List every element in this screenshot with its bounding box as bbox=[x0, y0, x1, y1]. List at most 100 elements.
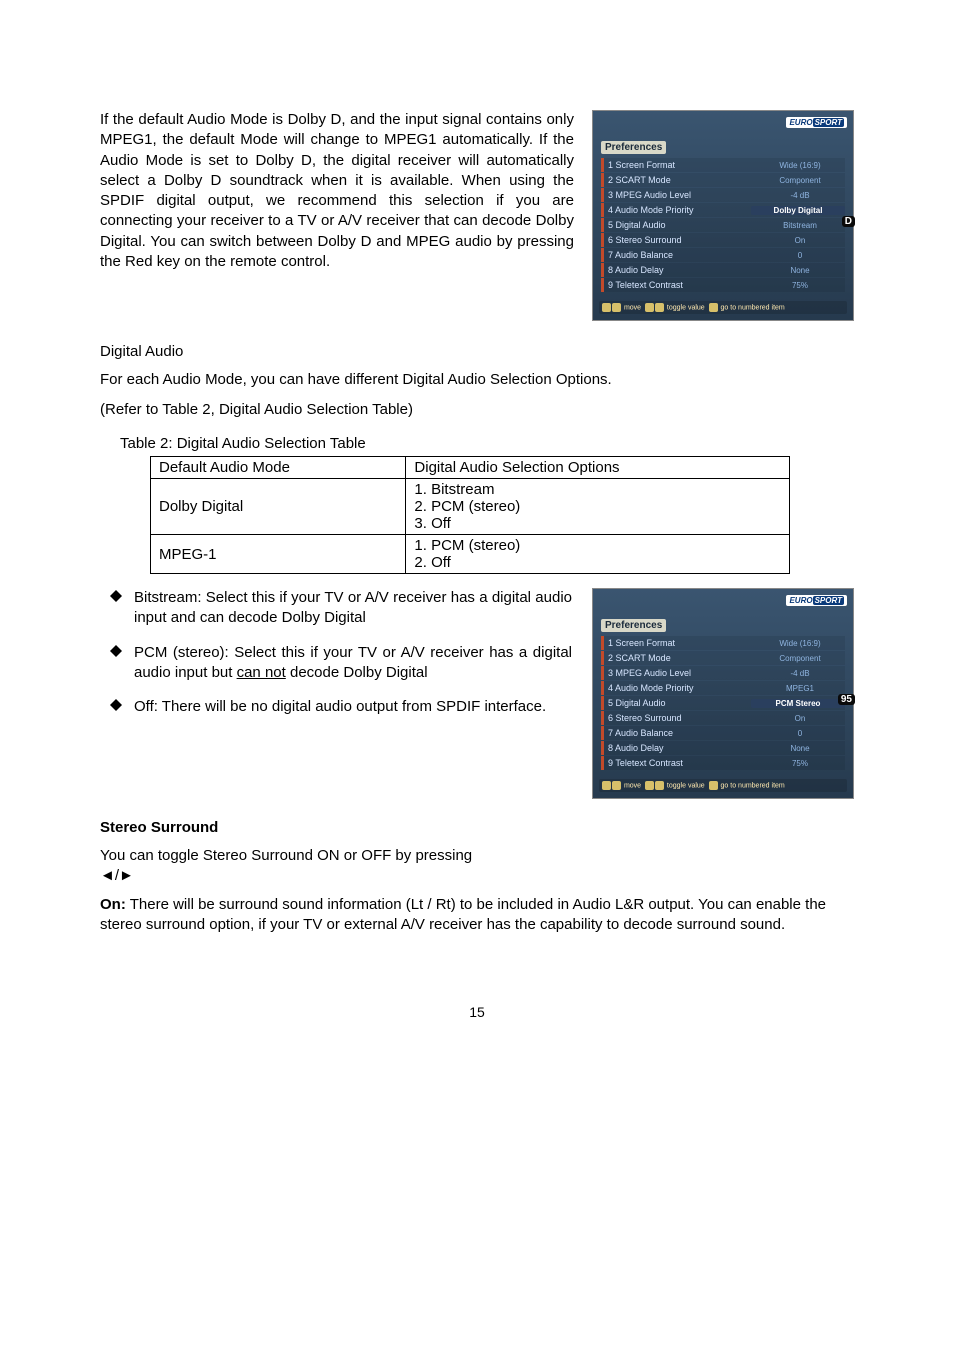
left-right-arrows-icon: ◄/► bbox=[100, 867, 134, 884]
pref-label: 5 Digital Audio bbox=[608, 698, 751, 708]
pref-label: 1 Screen Format bbox=[608, 160, 755, 170]
footer-toggle: toggle value bbox=[667, 782, 705, 789]
screenshot-footer: move toggle value go to numbered item bbox=[599, 779, 847, 792]
preferences-row: 9 Teletext Contrast75% bbox=[601, 756, 845, 770]
nav-pill-up bbox=[602, 781, 611, 790]
screenshot-title: Preferences bbox=[601, 141, 666, 154]
side-badge: 95 bbox=[838, 694, 855, 705]
logo-sport: SPORT bbox=[813, 596, 844, 605]
pref-value: 0 bbox=[755, 729, 845, 738]
footer-toggle: toggle value bbox=[667, 304, 705, 311]
table-caption: Table 2: Digital Audio Selection Table bbox=[120, 435, 854, 452]
pref-value: 75% bbox=[755, 759, 845, 768]
table-header-options: Digital Audio Selection Options bbox=[406, 457, 790, 479]
preferences-row: 9 Teletext Contrast75% bbox=[601, 278, 845, 292]
preferences-row: 7 Audio Balance0 bbox=[601, 248, 845, 262]
pref-value: Component bbox=[755, 654, 845, 663]
pref-label: 9 Teletext Contrast bbox=[608, 758, 755, 768]
footer-goto: go to numbered item bbox=[721, 304, 785, 311]
nav-pill-right bbox=[655, 781, 664, 790]
table-cell-mode: Dolby Digital bbox=[151, 479, 406, 535]
option-pcm-text: PCM (stereo): Select this if your TV or … bbox=[134, 643, 572, 684]
preferences-list: 1 Screen FormatWide (16:9)2 SCART ModeCo… bbox=[593, 158, 853, 297]
table-cell-options: 1. PCM (stereo) 2. Off bbox=[406, 535, 790, 574]
preferences-row: 7 Audio Balance0 bbox=[601, 726, 845, 740]
pref-value: -4 dB bbox=[755, 191, 845, 200]
pref-label: 1 Screen Format bbox=[608, 638, 755, 648]
preferences-row: 2 SCART ModeComponent bbox=[601, 173, 845, 187]
pref-label: 8 Audio Delay bbox=[608, 265, 755, 275]
screenshot-header: EUROSPORT bbox=[593, 589, 853, 615]
preferences-row: 4 Audio Mode PriorityDolby Digital bbox=[601, 203, 845, 217]
nav-pill-left bbox=[645, 781, 654, 790]
options-column: Bitstream: Select this if your TV or A/V… bbox=[100, 588, 572, 731]
screenshot-footer: move toggle value go to numbered item bbox=[599, 301, 847, 314]
diamond-bullet-icon bbox=[110, 645, 124, 657]
preferences-row: 5 Digital AudioPCM Stereo bbox=[601, 696, 845, 710]
footer-goto: go to numbered item bbox=[721, 782, 785, 789]
nav-pill-down bbox=[612, 303, 621, 312]
preferences-row: 3 MPEG Audio Level-4 dB bbox=[601, 666, 845, 680]
option-bitstream-text: Bitstream: Select this if your TV or A/V… bbox=[134, 588, 572, 629]
manual-page: If the default Audio Mode is Dolby D, an… bbox=[0, 0, 954, 1351]
pref-value: Wide (16:9) bbox=[755, 161, 845, 170]
option-off-text: Off: There will be no digital audio outp… bbox=[134, 697, 546, 717]
preferences-screenshot-1: EUROSPORT Preferences 1 Screen FormatWid… bbox=[592, 110, 854, 321]
page-number: 15 bbox=[100, 1004, 854, 1020]
pref-value: None bbox=[755, 266, 845, 275]
preferences-row: 6 Stereo SurroundOn bbox=[601, 233, 845, 247]
pref-value: PCM Stereo bbox=[751, 699, 845, 708]
preferences-row: 5 Digital AudioBitstream bbox=[601, 218, 845, 232]
pref-label: 4 Audio Mode Priority bbox=[608, 205, 751, 215]
nav-pill-left bbox=[645, 303, 654, 312]
option-pcm-underlined: can not bbox=[237, 664, 286, 681]
preferences-list: 1 Screen FormatWide (16:9)2 SCART ModeCo… bbox=[593, 636, 853, 775]
pref-label: 5 Digital Audio bbox=[608, 220, 755, 230]
digital-audio-para-1: For each Audio Mode, you can have differ… bbox=[100, 370, 854, 390]
screenshot-header: EUROSPORT bbox=[593, 111, 853, 137]
preferences-row: 8 Audio DelayNone bbox=[601, 263, 845, 277]
preferences-row: 1 Screen FormatWide (16:9) bbox=[601, 158, 845, 172]
table-cell-options: 1. Bitstream 2. PCM (stereo) 3. Off bbox=[406, 479, 790, 535]
stereo-surround-para-1: You can toggle Stereo Surround ON or OFF… bbox=[100, 846, 854, 885]
intro-row: If the default Audio Mode is Dolby D, an… bbox=[100, 110, 854, 321]
pref-label: 3 MPEG Audio Level bbox=[608, 190, 755, 200]
preferences-row: 1 Screen FormatWide (16:9) bbox=[601, 636, 845, 650]
eurosport-logo: EUROSPORT bbox=[786, 117, 847, 128]
option-pcm-post: decode Dolby Digital bbox=[286, 664, 428, 681]
side-badge: D bbox=[842, 216, 855, 227]
pref-label: 6 Stereo Surround bbox=[608, 713, 755, 723]
pref-value: 75% bbox=[755, 281, 845, 290]
option-bitstream: Bitstream: Select this if your TV or A/V… bbox=[110, 588, 572, 629]
table-header-row: Default Audio Mode Digital Audio Selecti… bbox=[151, 457, 790, 479]
table-header-mode: Default Audio Mode bbox=[151, 457, 406, 479]
eurosport-logo: EUROSPORT bbox=[786, 595, 847, 606]
pref-value: Dolby Digital bbox=[751, 206, 845, 215]
pref-label: 7 Audio Balance bbox=[608, 728, 755, 738]
pref-value: Component bbox=[755, 176, 845, 185]
pref-label: 3 MPEG Audio Level bbox=[608, 668, 755, 678]
digital-audio-selection-table: Default Audio Mode Digital Audio Selecti… bbox=[150, 456, 790, 574]
on-text: There will be surround sound information… bbox=[100, 896, 826, 933]
pref-label: 6 Stereo Surround bbox=[608, 235, 755, 245]
diamond-bullet-icon bbox=[110, 590, 124, 602]
nav-pill-num bbox=[709, 781, 718, 790]
logo-euro: EURO bbox=[789, 596, 812, 605]
stereo-surround-heading: Stereo Surround bbox=[100, 819, 854, 836]
pref-value: MPEG1 bbox=[755, 684, 845, 693]
logo-sport: SPORT bbox=[813, 118, 844, 127]
table-row: Dolby Digital1. Bitstream 2. PCM (stereo… bbox=[151, 479, 790, 535]
options-row: Bitstream: Select this if your TV or A/V… bbox=[100, 588, 854, 799]
pref-label: 7 Audio Balance bbox=[608, 250, 755, 260]
nav-pill-up bbox=[602, 303, 611, 312]
preferences-row: 6 Stereo SurroundOn bbox=[601, 711, 845, 725]
pref-value: 0 bbox=[755, 251, 845, 260]
pref-value: Bitstream bbox=[755, 221, 845, 230]
pref-value: On bbox=[755, 236, 845, 245]
option-pcm: PCM (stereo): Select this if your TV or … bbox=[110, 643, 572, 684]
on-label: On: bbox=[100, 896, 126, 913]
diamond-bullet-icon bbox=[110, 699, 124, 711]
pref-label: 9 Teletext Contrast bbox=[608, 280, 755, 290]
pref-value: Wide (16:9) bbox=[755, 639, 845, 648]
preferences-row: 2 SCART ModeComponent bbox=[601, 651, 845, 665]
